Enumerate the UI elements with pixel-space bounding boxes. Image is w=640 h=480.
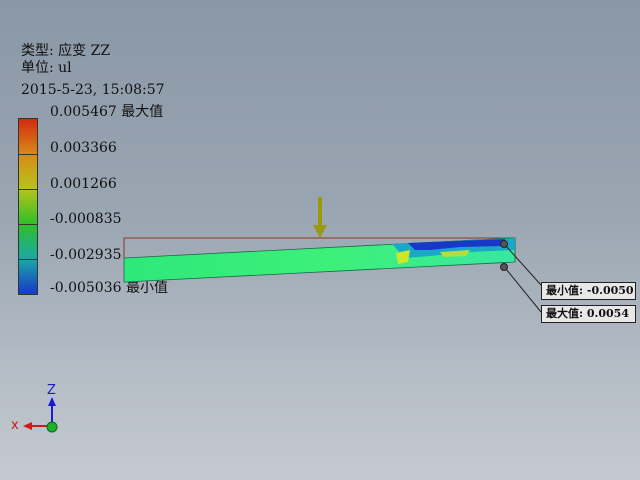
max-value-callout[interactable]: 最大值: 0.0054 — [541, 305, 636, 323]
triad-x-label: x — [11, 418, 19, 433]
min-leader-line — [505, 245, 542, 286]
triad-x-arrowhead — [23, 422, 32, 430]
triad-origin — [46, 421, 58, 433]
min-value-callout[interactable]: 最小值: -0.0050 — [541, 282, 636, 300]
triad-z-label: Z — [47, 383, 56, 398]
model-viewport[interactable] — [0, 0, 640, 480]
load-arrow-head[interactable] — [313, 225, 327, 238]
triad-z-arrowhead — [48, 397, 56, 406]
max-leader-line — [505, 268, 542, 313]
